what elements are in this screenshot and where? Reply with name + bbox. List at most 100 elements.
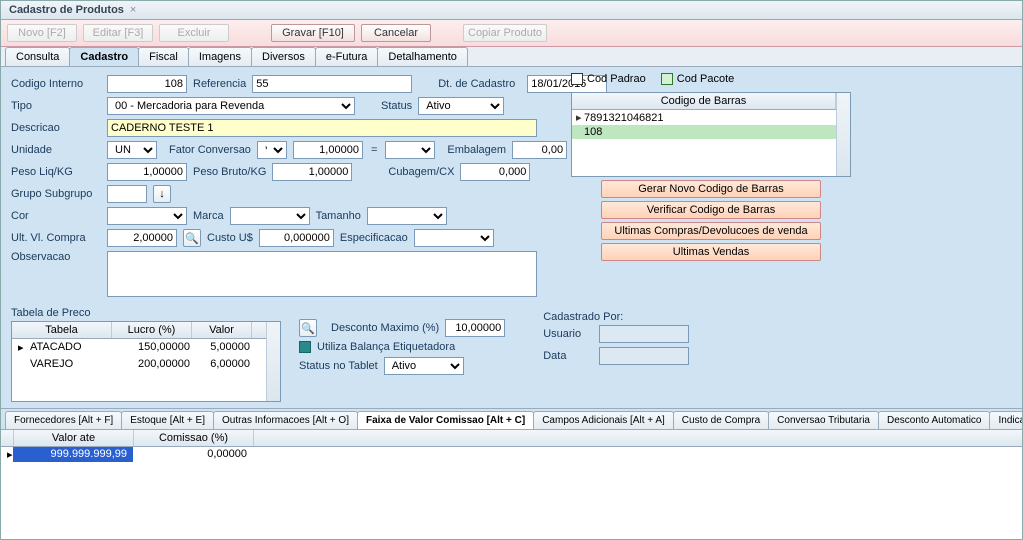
label-gruposub: Grupo Subgrupo — [11, 188, 101, 200]
bg-row[interactable]: ▸ 999.999.999,99 0,00000 — [1, 447, 1022, 462]
bg-cell-comissao: 0,00000 — [133, 447, 253, 462]
bg-h-valor: Valor ate — [14, 430, 134, 446]
label-especif: Especificacao — [340, 232, 408, 244]
ultimas-compras-button[interactable]: Ultimas Compras/Devolucoes de venda — [601, 222, 821, 240]
ultcompra-input[interactable] — [107, 229, 177, 247]
btab-campos[interactable]: Campos Adicionais [Alt + A] — [533, 411, 674, 429]
tab-consulta[interactable]: Consulta — [5, 47, 70, 66]
price-table: Tabela Lucro (%) Valor ▸ ATACADO 150,000… — [11, 321, 281, 402]
novo-button[interactable]: Novo [F2] — [7, 24, 77, 42]
tipo-select[interactable]: 00 - Mercadoria para Revenda — [107, 97, 355, 115]
pesobruto-input[interactable] — [272, 163, 352, 181]
referencia-input[interactable] — [252, 75, 412, 93]
descricao-input[interactable] — [107, 119, 537, 137]
form-area: Codigo Interno Referencia Dt. de Cadastr… — [1, 67, 1022, 408]
especif-select[interactable] — [414, 229, 494, 247]
tab-efutura[interactable]: e-Futura — [315, 47, 379, 66]
price-section-label: Tabela de Preco — [11, 307, 281, 319]
price-cell: 6,00000 — [196, 357, 256, 371]
price-row[interactable]: ▸ ATACADO 150,00000 5,00000 — [12, 339, 266, 356]
barcode-header: Codigo de Barras — [572, 93, 836, 109]
observacao-input[interactable] — [107, 251, 537, 297]
fator-input[interactable] — [293, 141, 363, 159]
label-usuario: Usuario — [543, 328, 593, 340]
unidade2-select[interactable] — [385, 141, 435, 159]
search-icon[interactable]: 🔍 — [183, 229, 201, 247]
tab-fiscal[interactable]: Fiscal — [138, 47, 189, 66]
checkbox-icon[interactable] — [299, 341, 311, 353]
label-data: Data — [543, 350, 593, 362]
down-arrow-icon[interactable]: ↓ — [153, 185, 171, 203]
tab-cadastro[interactable]: Cadastro — [69, 47, 139, 66]
price-h-lucro: Lucro (%) — [112, 322, 192, 338]
label-obs: Observacao — [11, 251, 101, 263]
ultimas-vendas-button[interactable]: Ultimas Vendas — [601, 243, 821, 261]
unidade-select[interactable]: UN — [107, 141, 157, 159]
copiar-button[interactable]: Copiar Produto — [463, 24, 547, 42]
close-icon[interactable]: × — [130, 4, 136, 16]
price-cell: 200,00000 — [116, 357, 196, 371]
embalagem-input[interactable] — [512, 141, 567, 159]
label-unidade: Unidade — [11, 144, 101, 156]
bg-cell-valor[interactable]: 999.999.999,99 — [13, 447, 133, 462]
label-referencia: Referencia — [193, 78, 246, 90]
tamanho-select[interactable] — [367, 207, 447, 225]
verificar-barcode-button[interactable]: Verificar Codigo de Barras — [601, 201, 821, 219]
btab-custo[interactable]: Custo de Compra — [673, 411, 769, 429]
label-fator: Fator Conversao — [169, 144, 251, 156]
label-descmax: Desconto Maximo (%) — [331, 322, 439, 334]
pesoliq-input[interactable] — [107, 163, 187, 181]
label-tamanho: Tamanho — [316, 210, 361, 222]
codigo-input[interactable] — [107, 75, 187, 93]
search-icon[interactable]: 🔍 — [299, 319, 317, 337]
cancelar-button[interactable]: Cancelar — [361, 24, 431, 42]
cubagem-input[interactable] — [460, 163, 530, 181]
tab-detalhamento[interactable]: Detalhamento — [377, 47, 468, 66]
status-select[interactable]: Ativo — [418, 97, 504, 115]
barcode-cell: 108 — [584, 126, 602, 138]
btab-estoque[interactable]: Estoque [Alt + E] — [121, 411, 214, 429]
label-pesobruto: Peso Bruto/KG — [193, 166, 266, 178]
label-tipo: Tipo — [11, 100, 101, 112]
tab-imagens[interactable]: Imagens — [188, 47, 252, 66]
custous-input[interactable] — [259, 229, 334, 247]
btab-indicador[interactable]: Indicador de Escala — [989, 411, 1022, 429]
gruposub-input[interactable] — [107, 185, 147, 203]
btab-faixa[interactable]: Faixa de Valor Comissao [Alt + C] — [357, 411, 534, 429]
barcode-row[interactable]: 108 — [572, 125, 836, 139]
gravar-button[interactable]: Gravar [F10] — [271, 24, 355, 42]
label-marca: Marca — [193, 210, 224, 222]
label-custous: Custo U$ — [207, 232, 253, 244]
editar-button[interactable]: Editar [F3] — [83, 24, 153, 42]
gerar-barcode-button[interactable]: Gerar Novo Codigo de Barras — [601, 180, 821, 198]
descmax-input[interactable] — [445, 319, 505, 337]
label-embalagem: Embalagem — [447, 144, 506, 156]
price-h-valor: Valor — [192, 322, 252, 338]
label-ultcompra: Ult. Vl. Compra — [11, 232, 101, 244]
chk-cod-pacote[interactable]: Cod Pacote — [661, 73, 734, 85]
label-cubagem: Cubagem/CX — [388, 166, 454, 178]
label-cod-padrao: Cod Padrao — [587, 73, 646, 85]
btab-outras[interactable]: Outras Informacoes [Alt + O] — [213, 411, 358, 429]
btab-desconto[interactable]: Desconto Automatico — [878, 411, 991, 429]
row-indicator-icon: ▸ — [1, 447, 13, 462]
label-codigo: Codigo Interno — [11, 78, 101, 90]
statustab-select[interactable]: Ativo — [384, 357, 464, 375]
titlebar: Cadastro de Produtos × — [1, 1, 1022, 20]
tab-diversos[interactable]: Diversos — [251, 47, 316, 66]
fator-op-select[interactable]: * — [257, 141, 287, 159]
price-row[interactable]: VAREJO 200,00000 6,00000 — [12, 356, 266, 372]
scrollbar[interactable] — [266, 322, 280, 401]
price-cell: VAREJO — [24, 357, 116, 371]
btab-fornecedores[interactable]: Fornecedores [Alt + F] — [5, 411, 122, 429]
cor-select[interactable] — [107, 207, 187, 225]
btab-conversao[interactable]: Conversao Tributaria — [768, 411, 879, 429]
scrollbar[interactable] — [836, 93, 850, 176]
chk-cod-padrao[interactable]: Cod Padrao — [571, 73, 646, 85]
excluir-button[interactable]: Excluir — [159, 24, 229, 42]
marca-select[interactable] — [230, 207, 310, 225]
barcode-row[interactable]: ▸7891321046821 — [572, 110, 836, 125]
price-options: 🔍 Desconto Maximo (%) Utiliza Balança Et… — [299, 303, 505, 379]
cadpor-label: Cadastrado Por: — [543, 311, 689, 323]
usuario-display — [599, 325, 689, 343]
